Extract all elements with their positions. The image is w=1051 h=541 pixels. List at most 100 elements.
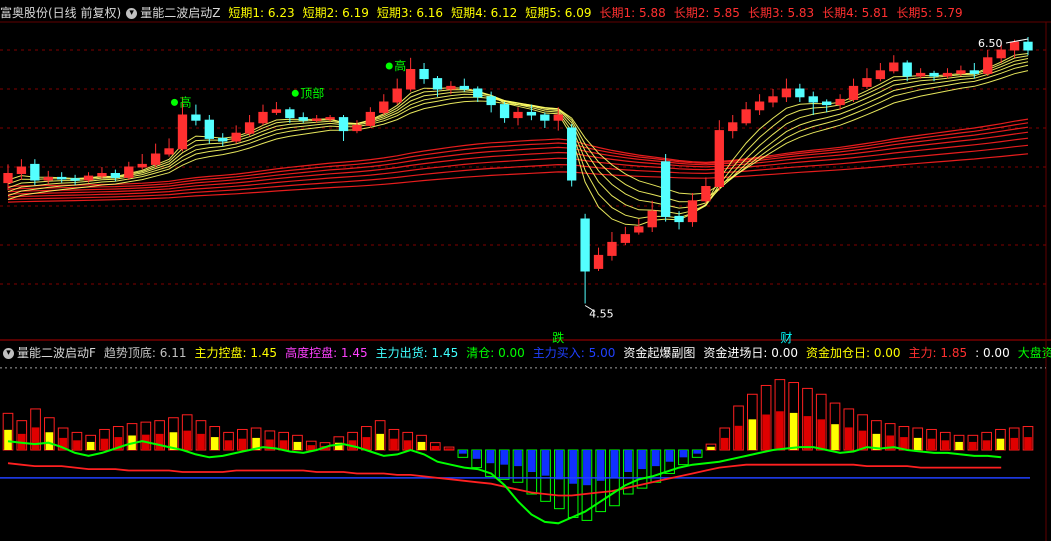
sub-bar-39 (541, 450, 550, 476)
sub-bar-38 (527, 450, 536, 472)
candle-44 (593, 254, 604, 269)
sub-bar-7 (100, 438, 109, 450)
sub-bar-15 (210, 437, 219, 450)
candle-43 (580, 218, 590, 272)
candle-48 (647, 210, 657, 228)
annotation-marker-0 (170, 98, 178, 106)
sub-bar-48 (665, 450, 674, 462)
sub-bar-17 (238, 438, 247, 450)
annotation-1: 顶部 (300, 85, 324, 100)
sub-bar-37 (514, 450, 522, 467)
sub-bar-43 (596, 450, 605, 481)
sub-bar-3 (45, 432, 54, 450)
candle-8 (110, 173, 121, 178)
candle-0 (3, 173, 13, 184)
candle-30 (405, 69, 416, 90)
sub-bar-67 (927, 438, 936, 450)
sub-bar-73 (1010, 437, 1019, 450)
candle-10 (137, 163, 147, 168)
sub-bar-70 (969, 441, 977, 450)
sub-bar-30 (417, 441, 426, 450)
candle-7 (97, 173, 107, 177)
sub-bar-26 (362, 437, 371, 450)
short-ma-line-2 (7, 58, 1029, 215)
long-ma-line-0 (7, 118, 1029, 188)
candle-64 (862, 78, 872, 87)
candle-59 (795, 88, 805, 98)
candle-5 (70, 178, 80, 181)
sub-bar-60 (831, 424, 839, 450)
candle-27 (365, 111, 376, 126)
candle-35 (473, 88, 483, 98)
annotation-marker-1 (291, 89, 299, 97)
annotation-2: 高 (394, 58, 406, 73)
sub-bar-33 (459, 450, 467, 454)
sub-bar-5 (73, 440, 81, 450)
sub-bar-6 (86, 441, 95, 450)
sub-bar-21 (293, 441, 302, 450)
candle-18 (244, 122, 255, 134)
sub-bar-31 (431, 445, 440, 450)
high-price-label: 6.50 (978, 37, 1003, 50)
candle-22 (298, 117, 308, 121)
candle-67 (902, 62, 912, 77)
candle-58 (781, 88, 792, 98)
candle-31 (419, 69, 429, 80)
candle-6 (83, 175, 94, 181)
candle-39 (526, 111, 537, 116)
sub-bar-68 (941, 440, 950, 450)
chart-canvas[interactable]: 高顶部高跌 财6.504.55 (0, 0, 1051, 541)
sub-bar-28 (390, 438, 398, 450)
candle-3 (43, 176, 53, 181)
candle-33 (446, 85, 456, 90)
sub-bar-50 (693, 450, 702, 454)
sub-bar-13 (183, 430, 192, 450)
candle-16 (218, 137, 228, 142)
sub-bar-55 (762, 414, 770, 450)
candle-66 (889, 62, 899, 72)
sub-bar-71 (982, 440, 991, 450)
candle-49 (660, 161, 671, 217)
candle-54 (728, 122, 738, 132)
candle-75 (1009, 41, 1020, 51)
sub-bar-74 (1024, 437, 1032, 450)
candle-12 (164, 148, 174, 155)
candle-46 (620, 234, 631, 243)
sub-bar-46 (638, 450, 646, 470)
candle-41 (553, 114, 563, 121)
candle-15 (204, 119, 214, 139)
sub-bar-53 (734, 425, 743, 450)
candle-72 (969, 70, 979, 74)
candle-52 (701, 186, 711, 202)
candle-32 (432, 78, 443, 90)
sub-bar-49 (679, 450, 688, 458)
sub-bar-44 (610, 450, 619, 478)
candle-74 (996, 49, 1006, 59)
candle-60 (808, 96, 818, 103)
candle-56 (754, 101, 765, 111)
candle-20 (271, 109, 282, 113)
sub-bar-61 (844, 427, 853, 450)
sub-bar-42 (583, 450, 591, 486)
candle-29 (392, 88, 402, 103)
candle-70 (942, 72, 953, 77)
candle-73 (983, 57, 993, 74)
sub-bar-34 (472, 450, 481, 459)
annotation-marker-2 (385, 62, 393, 70)
long-ma-line-5 (7, 144, 1029, 201)
sub-bar-72 (996, 438, 1005, 450)
candle-11 (150, 153, 161, 165)
candle-23 (312, 118, 322, 121)
annotation-0: 高 (179, 94, 191, 109)
sub-bar-56 (776, 411, 784, 450)
sub-bar-66 (913, 437, 922, 450)
sub-bar-11 (155, 433, 164, 450)
candle-14 (191, 114, 201, 121)
candle-24 (325, 117, 335, 120)
candle-19 (258, 111, 268, 124)
sub-bar-35 (486, 450, 495, 464)
candle-36 (486, 96, 496, 106)
candle-40 (540, 114, 550, 121)
sub-bar-0 (4, 429, 12, 450)
candle-21 (285, 109, 295, 119)
